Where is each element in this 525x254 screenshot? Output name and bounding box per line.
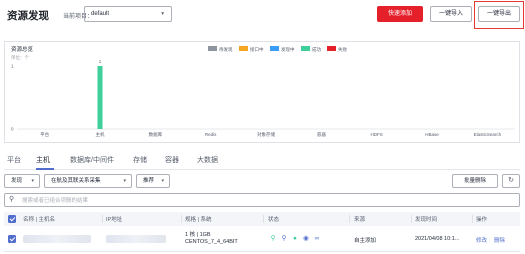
column-divider	[181, 215, 182, 223]
tab-container[interactable]: 容器	[165, 155, 179, 165]
chevron-down-icon: ▾	[123, 178, 126, 184]
recommend-filter-label: 推荐	[143, 178, 155, 184]
chart-title: 资源总览	[11, 45, 34, 53]
legend-label: 成功	[312, 46, 321, 53]
collection-type-filter[interactable]: 在航及其联关系采集 ▾	[44, 174, 132, 188]
export-button[interactable]: 一键导出	[478, 6, 520, 22]
legend-swatch	[208, 46, 217, 51]
data-label: 1	[99, 59, 102, 64]
project-select-value: default	[91, 11, 110, 17]
col-discover-time: 发现时间	[415, 217, 438, 223]
col-source: 来源	[354, 217, 366, 223]
column-divider	[411, 215, 412, 223]
column-divider	[472, 215, 473, 223]
page-title: 资源发现	[7, 10, 49, 22]
x-tick-label: 平台	[40, 131, 49, 138]
table-header: 名称 | 主机名 IP地址 规格 | 系统 状态 来源 发现时间 操作	[4, 212, 520, 226]
row-source: 自主添加	[354, 238, 377, 244]
search-input[interactable]	[22, 196, 422, 205]
bar	[97, 66, 103, 129]
x-tick-label: 主机	[96, 131, 105, 138]
success-dot-icon: ●	[293, 235, 297, 242]
legend-swatch	[327, 46, 336, 51]
chevron-down-icon: ▾	[31, 178, 34, 184]
pin-icon: ⚲	[270, 235, 276, 242]
edit-link[interactable]: 修改	[476, 236, 487, 244]
col-spec: 规格 | 系统	[185, 217, 212, 223]
legend-swatch	[239, 46, 248, 51]
x-tick-label: 对象存储	[257, 131, 275, 138]
col-name: 名称 | 主机名	[23, 217, 55, 223]
x-tick-label: 容器	[317, 131, 326, 138]
chart-unit: 单位：个	[11, 54, 29, 61]
y-tick-label: 0	[11, 127, 14, 132]
ip-address-redacted	[106, 235, 166, 243]
discover-filter-label: 发现	[11, 178, 23, 184]
delete-link[interactable]: 删除	[494, 236, 505, 244]
project-select[interactable]: default ▾	[84, 6, 172, 22]
select-all-checkbox[interactable]	[8, 215, 16, 223]
refresh-icon[interactable]: ↻	[502, 174, 520, 188]
recommend-filter[interactable]: 推荐 ▾	[136, 174, 170, 188]
search-icon: ⚲	[9, 196, 15, 203]
column-divider	[263, 215, 264, 223]
x-tick-label: 数据库	[149, 131, 163, 138]
tab-platform[interactable]: 平台	[7, 155, 21, 165]
host-name-redacted	[23, 235, 91, 243]
column-divider	[102, 215, 103, 223]
tabs-divider	[4, 169, 520, 170]
chevron-down-icon: ▾	[161, 178, 164, 184]
legend-label: 待发现	[219, 46, 233, 53]
row-spec-os: CENTOS_7_4_64BIT	[185, 239, 238, 245]
col-ip: IP地址	[106, 217, 123, 223]
tab-host[interactable]: 主机	[36, 155, 50, 165]
tab-bigdata[interactable]: 大数据	[197, 155, 218, 165]
col-status: 状态	[268, 217, 280, 223]
x-tick-label: HDFS	[371, 132, 383, 137]
row-discover-time: 2021/04/08 10:1...	[415, 236, 460, 242]
disk-icon: ◉	[303, 235, 309, 242]
legend-swatch	[270, 46, 279, 51]
chart-svg: 资源总览单位：个 待发现 接口中 发现中 成功 失败 0 1 平台 1 主机 数据库 Redis 对象存储…	[11, 45, 515, 138]
link-icon: ∞	[314, 235, 320, 242]
quick-add-button[interactable]: 快速添加	[377, 6, 423, 22]
bulk-delete-button[interactable]: 批量删除	[452, 174, 498, 188]
collection-type-filter-label: 在航及其联关系采集	[51, 178, 101, 184]
legend-label: 发现中	[281, 46, 295, 53]
search-icon: ⚲	[281, 235, 287, 242]
tab-database-middleware[interactable]: 数据库/中间件	[70, 155, 114, 165]
legend-swatch	[301, 46, 310, 51]
legend-label: 接口中	[250, 46, 264, 53]
x-tick-label: Redis	[205, 132, 217, 137]
x-tick-label: ElasticSearch	[474, 132, 502, 137]
column-divider	[349, 215, 350, 223]
row-checkbox[interactable]	[8, 235, 16, 243]
row-spec-cpu-mem: 1 核 | 1GB	[185, 232, 211, 238]
discover-filter[interactable]: 发现 ▾	[4, 174, 40, 188]
chevron-down-icon: ▾	[161, 11, 164, 17]
x-tick-label: HBase	[425, 132, 439, 137]
search-bar[interactable]: ⚲	[4, 193, 520, 207]
page-header: 资源发现 当前项目： default ▾ 快速添加 一键导入 一键导出	[0, 0, 525, 30]
y-tick-label: 1	[11, 64, 14, 69]
active-tab-indicator	[36, 168, 54, 170]
resource-overview-chart: 资源总览 单位：个 待发现 接口中 发现中 成功 失败 0 1 平台 1 主机 数据库 Redis 对象存储…	[4, 41, 520, 143]
col-actions: 操作	[476, 217, 488, 223]
tab-storage[interactable]: 存储	[133, 155, 147, 165]
legend-label: 失败	[338, 46, 347, 53]
table-row[interactable]: 1 核 | 1GB CENTOS_7_4_64BIT ⚲ ⚲ ● ◉ ∞ 自主添…	[4, 226, 520, 252]
import-button[interactable]: 一键导入	[430, 6, 472, 22]
